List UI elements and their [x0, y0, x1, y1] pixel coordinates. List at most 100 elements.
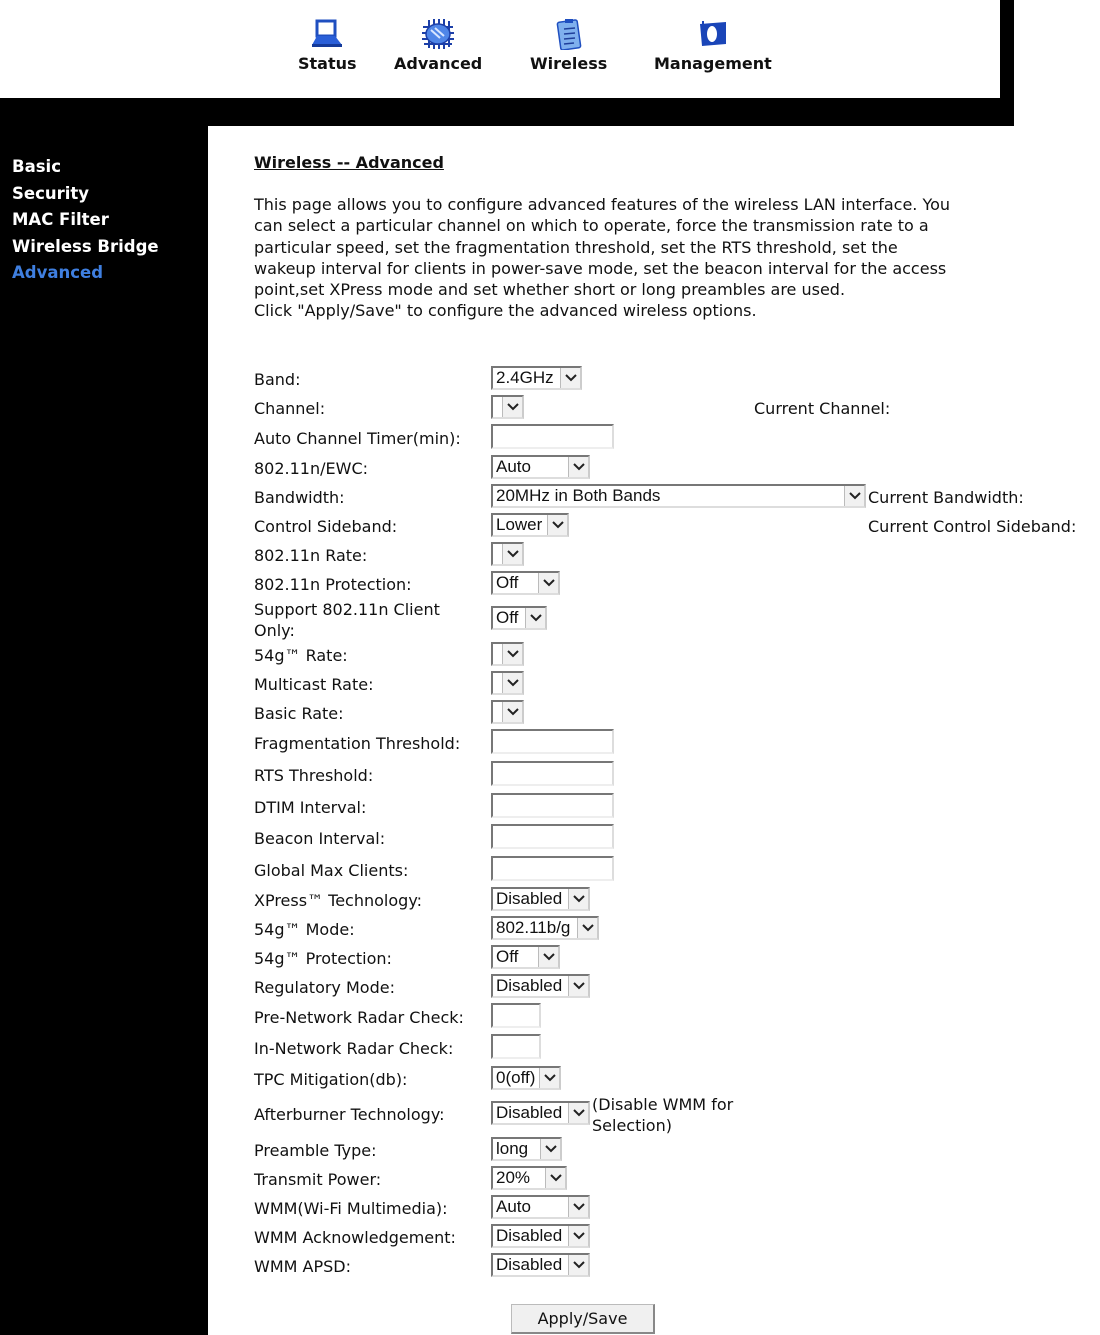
chevron-down-icon: [844, 486, 864, 506]
wmm-apsd-select[interactable]: Disabled: [491, 1253, 590, 1277]
chevron-down-icon: [545, 1168, 565, 1188]
g-protection-value: Off: [496, 947, 519, 966]
sidebar-item-security[interactable]: Security: [12, 181, 159, 208]
current-control-sideband-label: Current Control Sideband:: [868, 517, 1077, 536]
chevron-down-icon: [502, 673, 522, 693]
chevron-down-icon: [560, 368, 580, 388]
regulatory-mode-value: Disabled: [496, 976, 563, 995]
n-client-only-select[interactable]: Off: [491, 606, 547, 630]
n-rate-select[interactable]: [491, 542, 524, 566]
control-sideband-select[interactable]: Lower: [491, 513, 569, 537]
global-max-clients-input[interactable]: [491, 856, 614, 881]
clipboard-icon: [556, 19, 581, 50]
g-protection-label: 54g™ Protection:: [254, 949, 392, 968]
nav-wireless-label: Wireless: [530, 54, 608, 73]
g-rate-select[interactable]: [491, 642, 524, 666]
wmm-apsd-value: Disabled: [496, 1255, 563, 1274]
chevron-down-icon: [538, 573, 558, 593]
chevron-down-icon: [538, 947, 558, 967]
chevron-down-icon: [568, 1197, 588, 1217]
chevron-down-icon: [568, 976, 588, 996]
chevron-down-icon: [568, 1226, 588, 1246]
afterburner-select[interactable]: Disabled: [491, 1101, 590, 1125]
n-protection-select[interactable]: Off: [491, 571, 560, 595]
pre-radar-input[interactable]: [491, 1003, 541, 1028]
regulatory-mode-select[interactable]: Disabled: [491, 974, 590, 998]
channel-select[interactable]: [491, 395, 524, 419]
nav-management[interactable]: Management: [654, 18, 772, 73]
chevron-down-icon: [502, 397, 522, 417]
g-mode-select[interactable]: 802.11b/g: [491, 916, 599, 940]
n-protection-value: Off: [496, 573, 519, 592]
afterburner-note: (Disable WMM for: [592, 1095, 734, 1114]
afterburner-note-line2: Selection): [592, 1116, 672, 1135]
dtim-interval-input[interactable]: [491, 793, 614, 818]
afterburner-label: Afterburner Technology:: [254, 1105, 445, 1124]
in-radar-input[interactable]: [491, 1034, 541, 1059]
in-radar-label: In-Network Radar Check:: [254, 1039, 454, 1058]
description-line: can select a particular channel on which…: [254, 216, 929, 236]
chevron-down-icon: [568, 457, 588, 477]
band-value: 2.4GHz: [496, 368, 554, 387]
basic-rate-value: [493, 702, 502, 722]
wmm-ack-label: WMM Acknowledgement:: [254, 1228, 456, 1247]
preamble-select[interactable]: long: [491, 1137, 562, 1161]
nav-wireless[interactable]: Wireless: [530, 18, 607, 73]
auto-channel-timer-input[interactable]: [491, 424, 614, 449]
multicast-rate-value: [493, 673, 502, 693]
basic-rate-select[interactable]: [491, 700, 524, 724]
ewc-select[interactable]: Auto: [491, 455, 590, 479]
ewc-value: Auto: [496, 457, 531, 476]
nav-advanced[interactable]: Advanced: [394, 18, 482, 73]
nav-status[interactable]: Status: [298, 18, 357, 73]
multicast-rate-select[interactable]: [491, 671, 524, 695]
multicast-rate-label: Multicast Rate:: [254, 675, 374, 694]
g-mode-value: 802.11b/g: [496, 918, 571, 937]
g-protection-select[interactable]: Off: [491, 945, 560, 969]
frag-threshold-input[interactable]: [491, 729, 614, 754]
apply-save-button[interactable]: Apply/Save: [511, 1304, 655, 1334]
wmm-select[interactable]: Auto: [491, 1195, 590, 1219]
sidebar-item-mac-filter[interactable]: MAC Filter: [12, 207, 159, 234]
chevron-down-icon: [502, 544, 522, 564]
bandwidth-value: 20MHz in Both Bands: [496, 486, 661, 505]
tx-power-select[interactable]: 20%: [491, 1166, 567, 1190]
bandwidth-select[interactable]: 20MHz in Both Bands: [491, 484, 866, 508]
wmm-ack-select[interactable]: Disabled: [491, 1224, 590, 1248]
tpc-label: TPC Mitigation(db):: [254, 1070, 408, 1089]
flag-icon: [699, 21, 726, 46]
preamble-label: Preamble Type:: [254, 1141, 377, 1160]
wmm-value: Auto: [496, 1197, 531, 1216]
frag-threshold-label: Fragmentation Threshold:: [254, 734, 461, 753]
beacon-interval-input[interactable]: [491, 824, 614, 849]
band-select[interactable]: 2.4GHz: [491, 366, 582, 390]
chevron-down-icon: [540, 1139, 560, 1159]
dtim-interval-label: DTIM Interval:: [254, 798, 367, 817]
nav-advanced-label: Advanced: [394, 54, 483, 73]
sidebar-item-advanced[interactable]: Advanced: [12, 260, 159, 287]
rts-threshold-input[interactable]: [491, 761, 614, 786]
n-client-only-label: Support 802.11n Client: [254, 600, 440, 619]
pre-radar-label: Pre-Network Radar Check:: [254, 1008, 464, 1027]
chevron-down-icon: [502, 702, 522, 722]
preamble-value: long: [496, 1139, 529, 1158]
band-label: Band:: [254, 370, 301, 389]
current-channel-label: Current Channel:: [754, 399, 891, 418]
tpc-select[interactable]: 0(off): [491, 1066, 561, 1090]
channel-value: [493, 397, 502, 417]
page-description: This page allows you to configure advanc…: [254, 194, 1034, 322]
bandwidth-label: Bandwidth:: [254, 488, 345, 507]
xpress-select[interactable]: Disabled: [491, 887, 590, 911]
sidebar-item-wireless-bridge[interactable]: Wireless Bridge: [12, 234, 159, 261]
sidebar-item-basic[interactable]: Basic: [12, 154, 159, 181]
description-line: wakeup interval for clients in power-sav…: [254, 258, 947, 278]
description-line: particular speed, set the fragmentation …: [254, 237, 898, 257]
chevron-down-icon: [525, 608, 545, 628]
current-bandwidth-label: Current Bandwidth:: [868, 488, 1024, 507]
n-client-only-value: Off: [496, 608, 519, 627]
description-line: point,set XPress mode and set whether sh…: [254, 280, 846, 300]
tx-power-label: Transmit Power:: [254, 1170, 382, 1189]
ewc-label: 802.11n/EWC:: [254, 459, 369, 478]
n-client-only-label-line2: Only:: [254, 621, 295, 640]
page-title: Wireless -- Advanced: [254, 153, 444, 172]
